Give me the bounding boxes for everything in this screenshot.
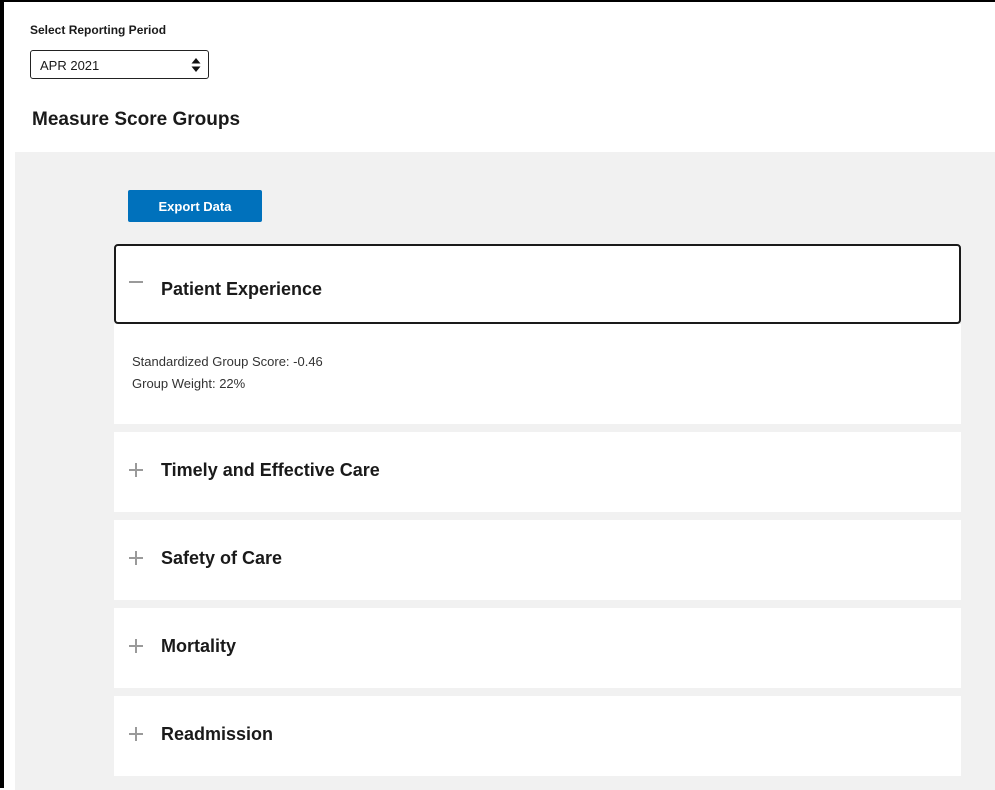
accordion-title: Timely and Effective Care [161,460,380,480]
minus-icon [129,281,143,283]
accordion-title: Patient Experience [161,279,323,299]
accordion-patient-experience[interactable]: Patient Experience [114,244,961,324]
plus-icon [129,463,143,477]
accordion-title: Mortality [161,636,237,656]
standardized-group-score: Standardized Group Score: -0.46 [132,354,323,369]
section-title: Measure Score Groups [32,109,241,130]
accordion-mortality[interactable]: Mortality [114,608,961,688]
app-frame: Select Reporting Period APR 2021 Measure… [0,0,995,790]
accordion-title: Safety of Care [161,548,283,568]
accordion-timely-effective-care[interactable]: Timely and Effective Care [114,432,961,512]
accordion-body-patient-experience: Standardized Group Score: -0.46 Group We… [114,324,961,424]
reporting-period-select[interactable]: APR 2021 [30,50,209,79]
plus-icon [129,639,143,653]
group-weight: Group Weight: 22% [132,376,246,391]
accordion-readmission[interactable]: Readmission [114,696,961,776]
select-arrows-icon [191,58,201,72]
reporting-period-label: Select Reporting Period [30,23,167,37]
reporting-period-value: APR 2021 [40,58,100,73]
export-data-button[interactable]: Export Data [128,190,262,222]
plus-icon [129,727,143,741]
accordion-title: Readmission [161,724,274,744]
accordion-safety-of-care[interactable]: Safety of Care [114,520,961,600]
plus-icon [129,551,143,565]
